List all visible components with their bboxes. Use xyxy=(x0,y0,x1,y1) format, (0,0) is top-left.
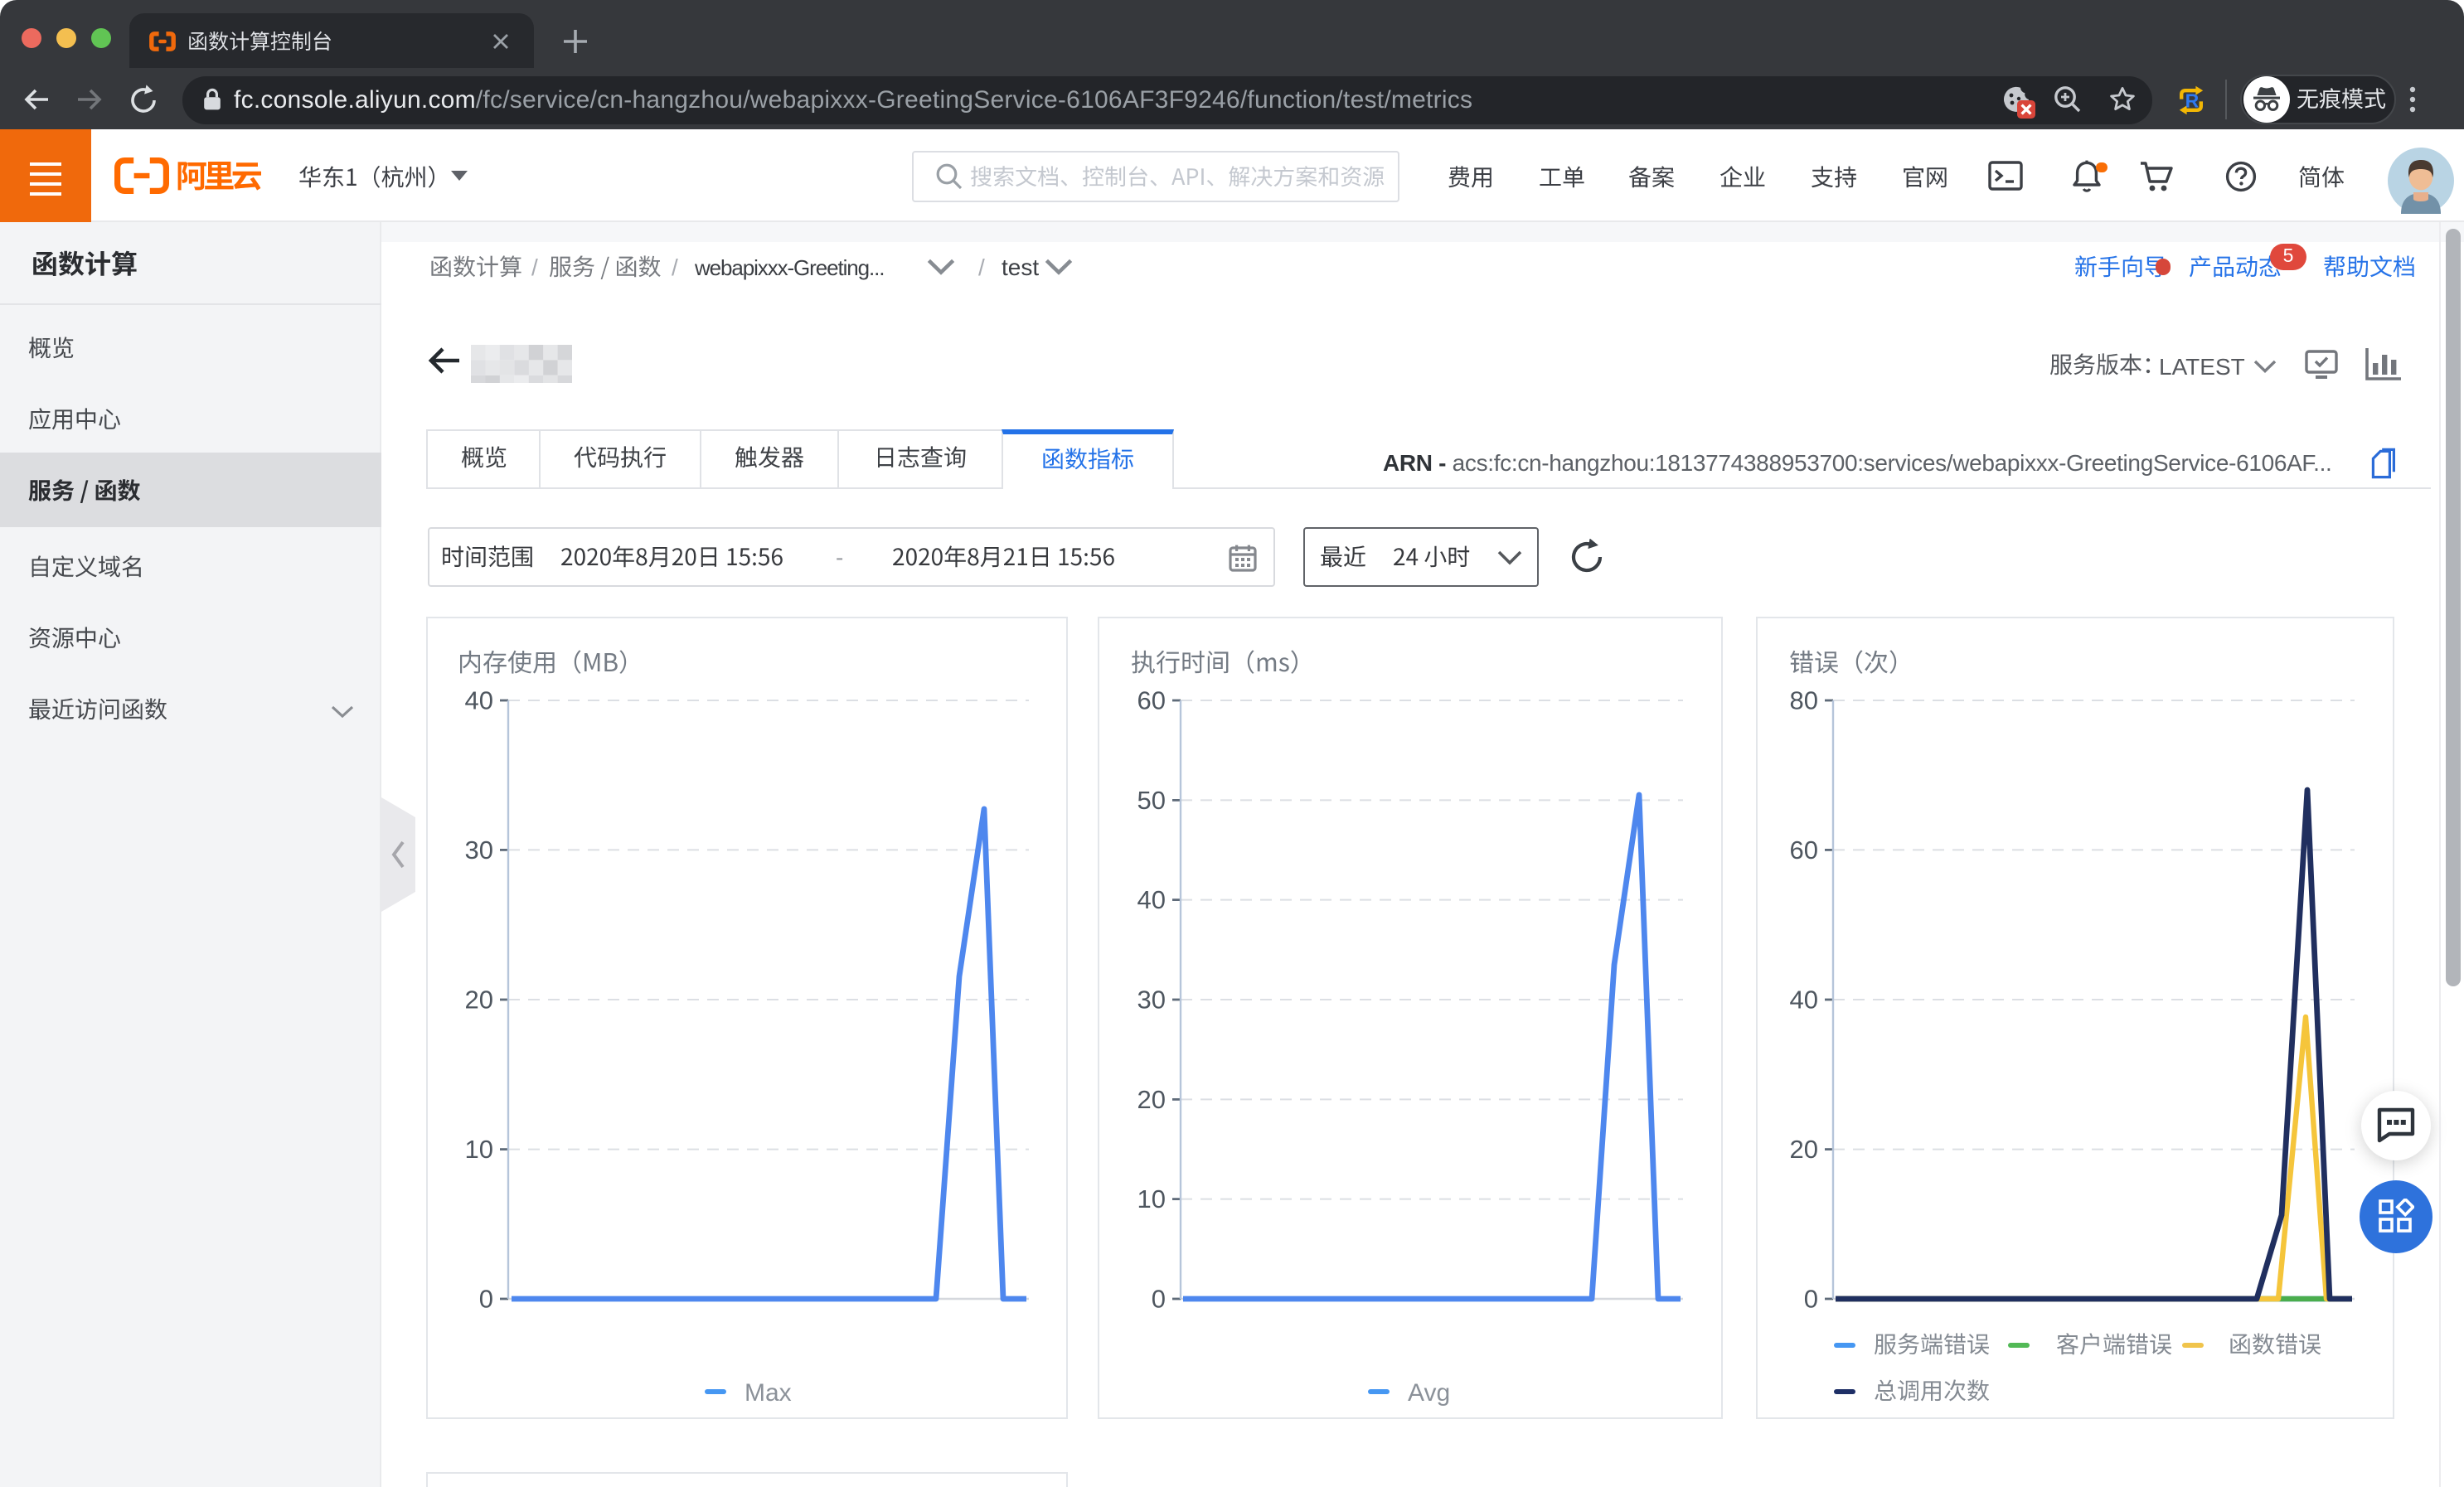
svg-text:40: 40 xyxy=(464,685,492,714)
svg-text:30: 30 xyxy=(1137,984,1165,1013)
svg-text:10: 10 xyxy=(464,1134,492,1163)
svg-text:30: 30 xyxy=(464,835,492,864)
svg-text:20: 20 xyxy=(464,984,492,1013)
svg-text:20: 20 xyxy=(1137,1084,1165,1113)
svg-text:0: 0 xyxy=(478,1283,492,1312)
svg-text:R: R xyxy=(2185,90,2199,112)
svg-text:60: 60 xyxy=(1790,835,1818,864)
svg-text:10: 10 xyxy=(1137,1184,1165,1213)
svg-text:40: 40 xyxy=(1790,984,1818,1013)
svg-text:0: 0 xyxy=(1151,1283,1165,1312)
svg-text:80: 80 xyxy=(1790,685,1818,714)
svg-text:60: 60 xyxy=(1137,685,1165,714)
svg-text:20: 20 xyxy=(1790,1134,1818,1163)
svg-text:40: 40 xyxy=(1137,884,1165,913)
svg-text:50: 50 xyxy=(1137,785,1165,814)
svg-text:0: 0 xyxy=(1804,1283,1818,1312)
